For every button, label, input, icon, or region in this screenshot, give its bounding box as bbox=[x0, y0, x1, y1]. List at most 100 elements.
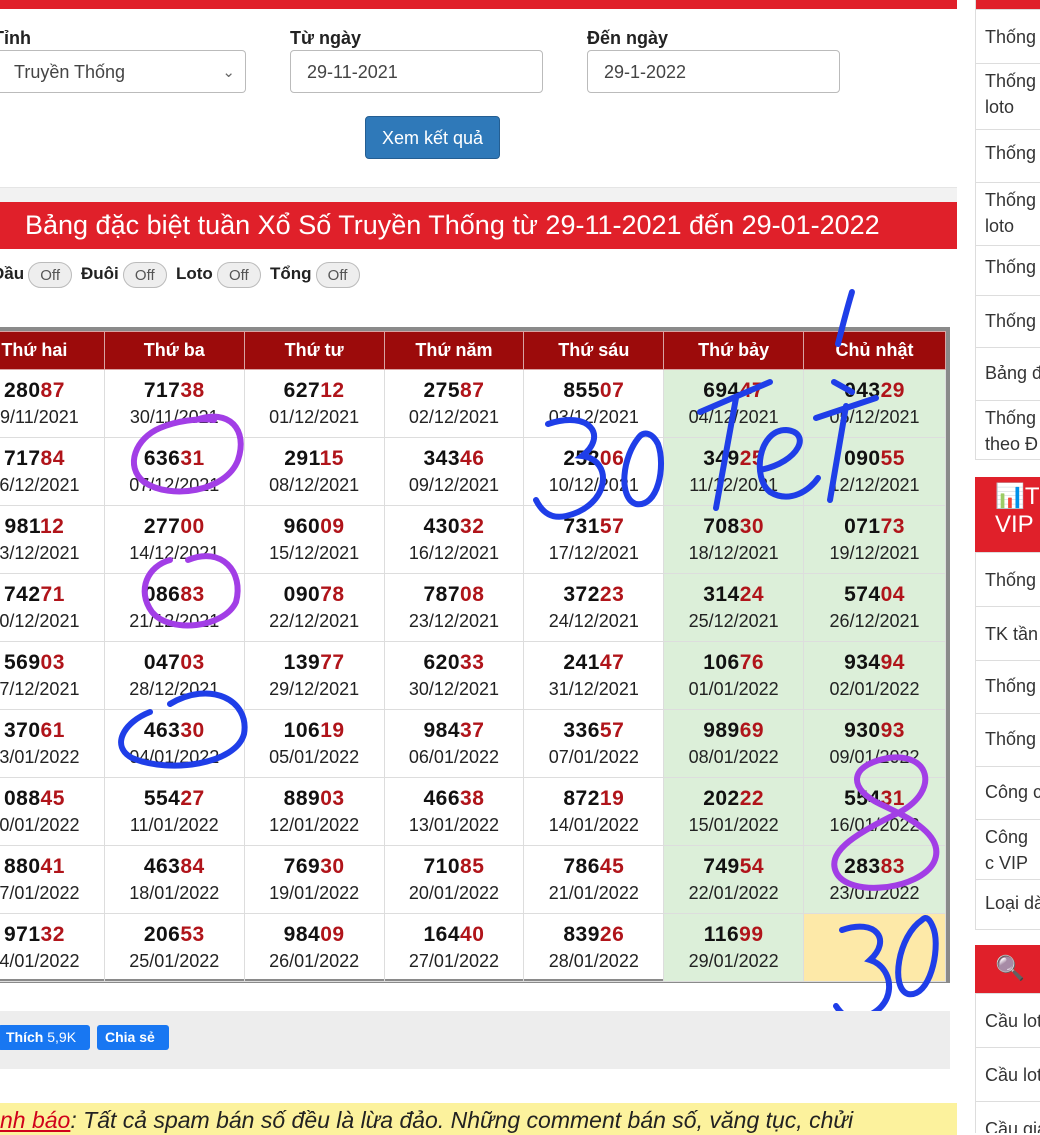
result-date: 30/12/2021 bbox=[408, 679, 499, 699]
sidebar-item[interactable]: Thống bbox=[976, 9, 1040, 63]
result-cell: 93093 09/01/2022 bbox=[803, 709, 946, 778]
result-cell: 88041 17/01/2022 bbox=[0, 845, 105, 914]
sidebar-item[interactable]: Thống bbox=[976, 552, 1040, 606]
result-number-tail: 41 bbox=[40, 855, 65, 878]
result-number-head: 116 bbox=[703, 923, 740, 946]
result-cell: 56903 27/12/2021 bbox=[0, 641, 105, 710]
result-date: 06/01/2022 bbox=[408, 747, 499, 767]
sidebar-item[interactable]: Công c VIP bbox=[976, 819, 1040, 879]
result-cell: 25206 10/12/2021 bbox=[523, 437, 665, 506]
result-cell: 87219 14/01/2022 bbox=[523, 777, 665, 846]
result-number-tail: 06 bbox=[599, 447, 625, 470]
column-header: Thứ năm bbox=[383, 331, 525, 370]
result-date: 26/12/2021 bbox=[829, 611, 920, 631]
result-cell: 73157 17/12/2021 bbox=[523, 505, 665, 574]
result-number: 83926 bbox=[524, 923, 663, 947]
result-date: 15/12/2021 bbox=[269, 543, 360, 563]
result-number: 98112 bbox=[0, 515, 104, 539]
view-results-button[interactable]: Xem kết quả bbox=[365, 116, 500, 159]
result-number-tail: 87 bbox=[460, 379, 485, 402]
result-date: 25/12/2021 bbox=[688, 611, 779, 631]
to-date-input[interactable]: 29-1-2022 bbox=[587, 50, 840, 93]
column-header: Thứ hai bbox=[0, 331, 105, 370]
result-number-tail: 38 bbox=[180, 379, 205, 402]
result-cell: 34925 11/12/2021 bbox=[663, 437, 805, 506]
result-date: 29/12/2021 bbox=[269, 679, 360, 699]
facebook-like-button[interactable]: Thích 5,9K bbox=[0, 1025, 90, 1050]
sidebar-vip-header: 📊T VIP bbox=[975, 477, 1040, 552]
result-number-head: 742 bbox=[3, 583, 41, 606]
sidebar-item[interactable]: Thống loto bbox=[976, 63, 1040, 129]
result-number-tail: 29 bbox=[880, 379, 905, 402]
result-cell: 28383 23/01/2022 bbox=[803, 845, 946, 914]
result-number-head: 569 bbox=[3, 651, 41, 674]
facebook-share-button[interactable]: Chia sẻ bbox=[97, 1025, 169, 1050]
toggle-loto-switch[interactable]: Off bbox=[216, 261, 261, 288]
sidebar-item[interactable]: Thống bbox=[976, 295, 1040, 347]
result-number-tail: 23 bbox=[599, 583, 625, 606]
result-number-tail: 03 bbox=[320, 787, 345, 810]
toggle-duoi-label: Đuôi bbox=[81, 264, 119, 283]
result-cell: 98969 08/01/2022 bbox=[663, 709, 805, 778]
sidebar-item[interactable]: Cầu lot bbox=[976, 1047, 1040, 1101]
result-number: 08845 bbox=[0, 787, 104, 811]
sidebar-item[interactable]: Công c bbox=[976, 766, 1040, 819]
result-number: 98409 bbox=[245, 923, 384, 947]
toggle-duoi[interactable]: Đuôi Off bbox=[81, 258, 167, 290]
result-number-tail: 53 bbox=[180, 923, 205, 946]
result-number: 24147 bbox=[524, 651, 663, 675]
result-date: 22/01/2022 bbox=[688, 883, 779, 903]
toggle-dau[interactable]: ĐầuOff bbox=[0, 258, 73, 290]
toggle-loto[interactable]: Loto Off bbox=[176, 258, 261, 290]
table-row: 88041 17/01/2022 46384 18/01/2022 76930 19/01… bbox=[0, 845, 946, 914]
result-number-head: 872 bbox=[563, 787, 600, 810]
result-cell: 78645 21/01/2022 bbox=[523, 845, 665, 914]
result-number-head: 275 bbox=[423, 379, 461, 402]
result-cell: 98437 06/01/2022 bbox=[383, 709, 525, 778]
result-date: 12/01/2022 bbox=[269, 815, 360, 835]
from-date-label: Từ ngày bbox=[290, 28, 362, 48]
warning-lead: nh báo bbox=[0, 1107, 71, 1133]
result-date: 01/01/2022 bbox=[688, 679, 779, 699]
toggle-tong-switch[interactable]: Off bbox=[315, 261, 360, 288]
sidebar-item[interactable]: Bảng đ bbox=[976, 347, 1040, 400]
result-number-tail: 25 bbox=[739, 447, 765, 470]
sidebar-item[interactable]: Thống bbox=[976, 245, 1040, 295]
result-number: 98437 bbox=[385, 719, 524, 743]
sidebar-item[interactable]: Loại dà bbox=[976, 879, 1040, 930]
result-number: 09078 bbox=[245, 583, 384, 607]
toggle-tong[interactable]: Tổng Off bbox=[270, 258, 360, 290]
sidebar-item[interactable]: Thống bbox=[976, 713, 1040, 766]
result-number-head: 710 bbox=[423, 855, 461, 878]
result-date: 16/12/2021 bbox=[408, 543, 499, 563]
result-date: 04/12/2021 bbox=[688, 407, 779, 427]
sidebar-item[interactable]: Thống bbox=[976, 129, 1040, 182]
result-number-tail: 03 bbox=[180, 651, 205, 674]
result-cell: 43032 16/12/2021 bbox=[383, 505, 525, 574]
result-cell: 93494 02/01/2022 bbox=[803, 641, 946, 710]
result-cell: 13977 29/12/2021 bbox=[243, 641, 385, 710]
result-cell: 31424 25/12/2021 bbox=[663, 573, 805, 642]
toggle-duoi-switch[interactable]: Off bbox=[122, 261, 167, 288]
results-table-frame: Thứ hai Thứ ba Thứ tư Thứ năm Thứ sáu Thứ bảy… bbox=[0, 327, 950, 983]
sidebar-item[interactable]: TK tần bbox=[976, 606, 1040, 660]
result-number-tail: 40 bbox=[460, 923, 485, 946]
result-date: 10/01/2022 bbox=[0, 815, 80, 835]
result-date: 28/01/2022 bbox=[548, 951, 639, 971]
result-number-head: 463 bbox=[143, 719, 181, 742]
sidebar-item[interactable]: Cầu lot bbox=[976, 993, 1040, 1047]
result-number: 71784 bbox=[0, 447, 104, 471]
result-date: 24/12/2021 bbox=[548, 611, 639, 631]
result-number-tail: 09 bbox=[320, 515, 345, 538]
province-select[interactable]: Truyền Thống ⌄ bbox=[0, 50, 246, 93]
sidebar-item[interactable]: Thống theo Đ bbox=[976, 400, 1040, 460]
toggle-dau-switch[interactable]: Off bbox=[28, 261, 73, 288]
sidebar-item[interactable]: Thống bbox=[976, 660, 1040, 713]
result-number: 71738 bbox=[105, 379, 244, 403]
sidebar-item[interactable]: Thống loto bbox=[976, 182, 1040, 245]
result-number-head: 202 bbox=[703, 787, 740, 810]
result-date: 27/12/2021 bbox=[0, 679, 80, 699]
from-date-input[interactable]: 29-11-2021 bbox=[290, 50, 543, 93]
sidebar-item[interactable]: Cầu gia bbox=[976, 1101, 1040, 1133]
result-number: 09055 bbox=[804, 447, 945, 471]
